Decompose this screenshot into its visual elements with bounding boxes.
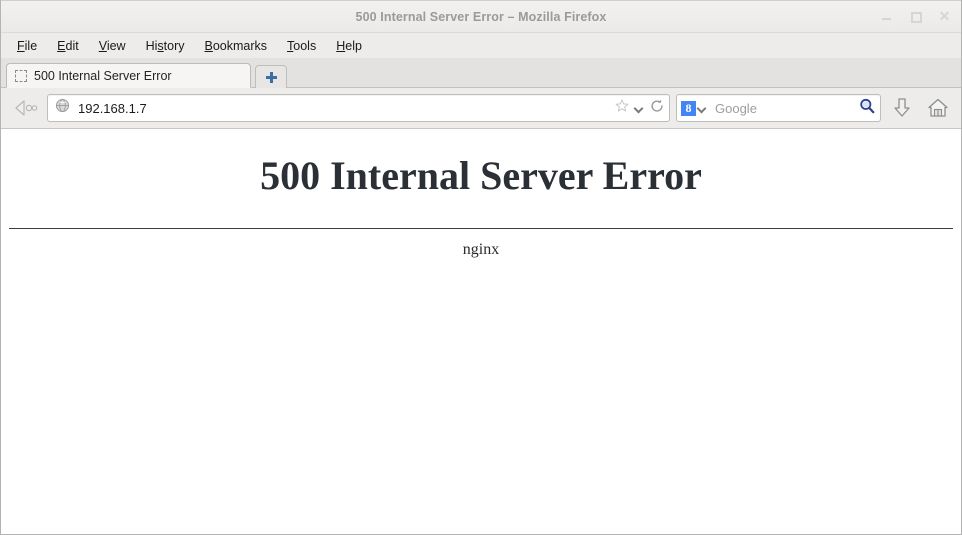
menu-help-mnemonic: H [336,38,346,53]
chevron-down-icon[interactable] [698,104,707,113]
menu-view-mnemonic: V [98,38,107,53]
google-favicon[interactable]: 8 [681,100,696,116]
menu-history-post: tory [163,38,185,53]
navigation-toolbar: 192.168.1.7 8 Google [1,88,961,129]
server-signature: nginx [462,241,500,258]
menu-bookmarks-post: ookmarks [212,38,268,53]
menu-bar: File Edit View History Bookmarks Tools H… [1,33,961,58]
page-divider [9,228,953,229]
browser-window: 500 Internal Server Error – Mozilla Fire… [0,0,962,535]
menu-file-post: ile [24,38,38,53]
menu-view-post: iew [106,38,126,53]
back-forward-icon[interactable] [9,95,41,121]
menu-item-tools[interactable]: Tools [279,36,324,56]
menu-item-bookmarks[interactable]: Bookmarks [197,36,276,56]
chevron-down-icon[interactable] [635,104,644,113]
title-bar: 500 Internal Server Error – Mozilla Fire… [1,0,961,33]
minimize-icon[interactable] [880,10,893,23]
tab-strip: 500 Internal Server Error [1,58,961,88]
menu-help-post: elp [345,38,362,53]
menu-tools-post: ools [293,38,317,53]
url-bar[interactable]: 192.168.1.7 [47,94,670,122]
downloads-button[interactable] [887,93,917,123]
tab-label: 500 Internal Server Error [34,68,172,83]
menu-item-file[interactable]: File [9,36,45,56]
menu-item-help[interactable]: Help [328,36,370,56]
window-title: 500 Internal Server Error – Mozilla Fire… [355,9,607,24]
page-title: 500 Internal Server Error [260,153,702,198]
url-bar-actions [614,98,665,119]
new-tab-button[interactable] [255,65,287,88]
menu-item-history[interactable]: History [138,36,193,56]
magnifier-icon[interactable] [858,97,876,120]
menu-edit-post: dit [65,38,79,53]
plus-icon [265,71,277,83]
url-input[interactable]: 192.168.1.7 [78,101,614,116]
window-controls: ✕ [880,1,951,32]
search-input[interactable]: Google [715,101,858,116]
tab-favicon-placeholder-icon [15,69,27,82]
maximize-icon[interactable] [909,10,922,23]
star-icon[interactable] [614,98,630,119]
close-icon[interactable]: ✕ [938,9,951,23]
search-bar[interactable]: 8 Google [676,94,881,122]
menu-history-pre: Hi [145,38,158,53]
home-button[interactable] [923,93,953,123]
reload-icon[interactable] [649,98,665,119]
menu-file-mnemonic: F [17,38,25,53]
menu-item-view[interactable]: View [91,36,134,56]
menu-item-edit[interactable]: Edit [49,36,87,56]
menu-edit-mnemonic: E [57,38,66,53]
page-content: 500 Internal Server Error nginx [1,129,961,534]
globe-icon [55,98,70,118]
tab-500-internal-server-error[interactable]: 500 Internal Server Error [6,63,251,88]
menu-bookmarks-mnemonic: B [204,38,213,53]
